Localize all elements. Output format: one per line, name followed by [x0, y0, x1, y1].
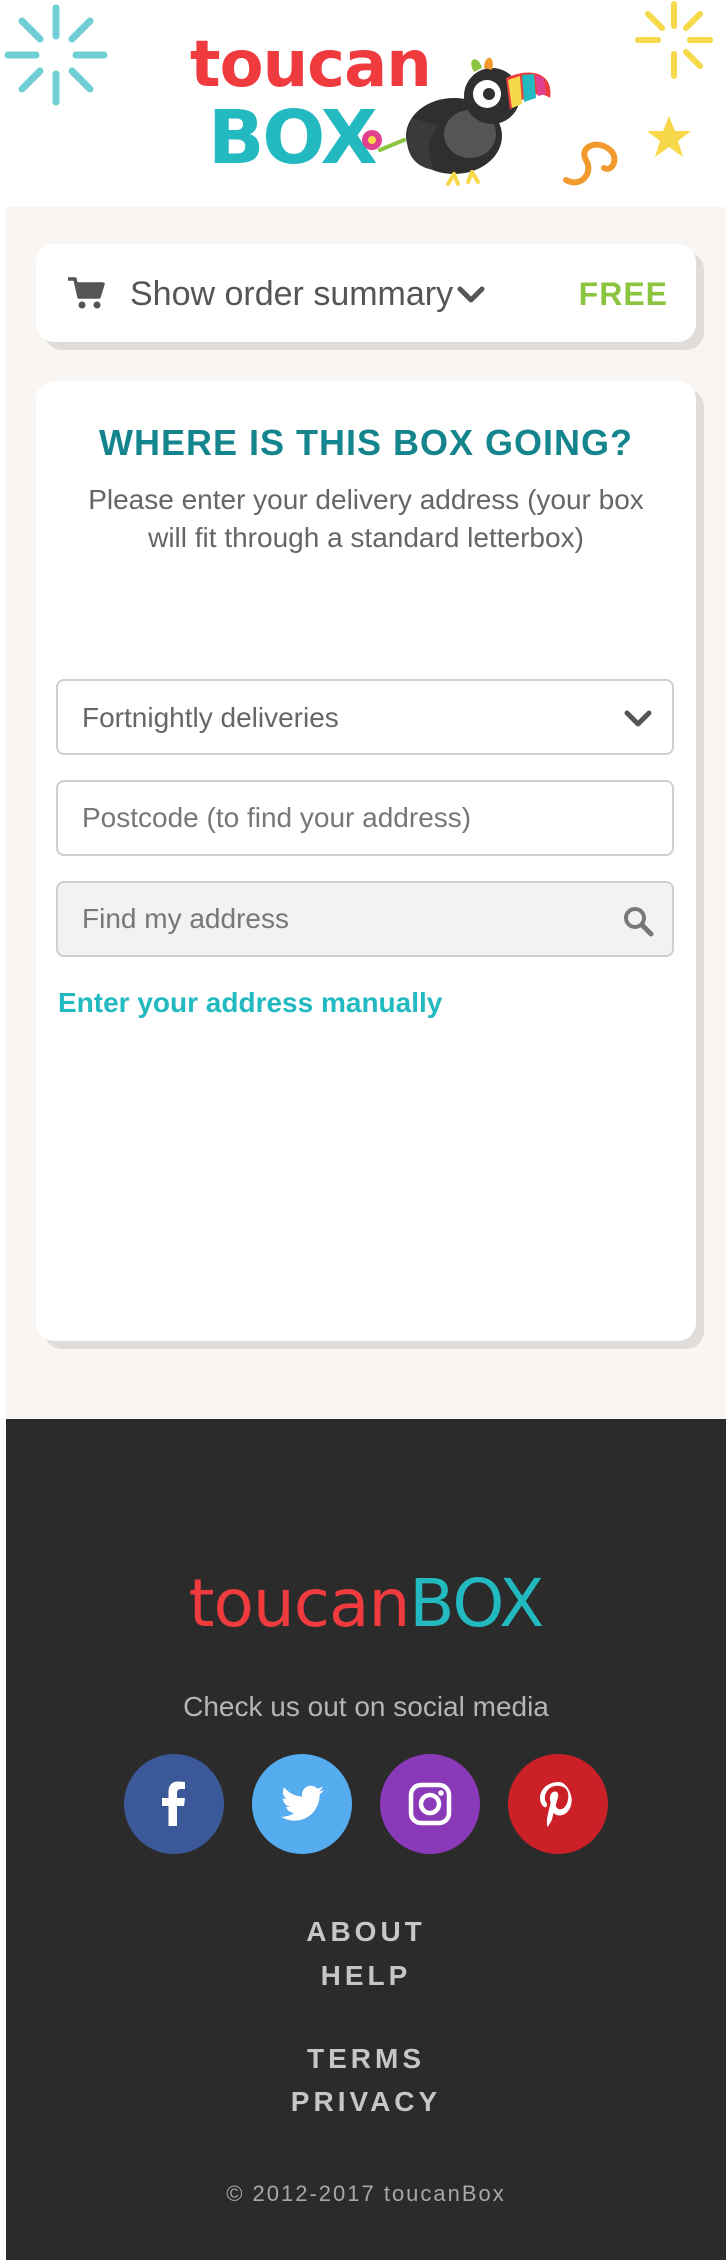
- footer-link-about[interactable]: ABOUT: [6, 1914, 726, 1950]
- facebook-icon: [162, 1781, 185, 1826]
- chevron-down-icon: [624, 710, 652, 727]
- swirl-decoration-icon: [563, 141, 618, 186]
- instagram-icon: [408, 1782, 452, 1826]
- search-icon[interactable]: [622, 905, 654, 937]
- copyright: © 2012-2017 toucanBox: [226, 2181, 506, 2206]
- footer-link-terms[interactable]: TERMS: [6, 2041, 726, 2077]
- address-subtitle: Please enter your delivery address (your…: [88, 484, 644, 553]
- star-decoration-icon: [647, 116, 691, 157]
- footer-link-help[interactable]: HELP: [6, 1958, 726, 1994]
- footer-link-privacy[interactable]: PRIVACY: [6, 2084, 726, 2120]
- address-heading: WHERE IS THIS BOX GOING?: [98, 422, 634, 463]
- burst-decoration-icon: [4, 4, 108, 106]
- order-summary-label: Show order summary: [130, 275, 454, 313]
- postcode-input[interactable]: [58, 782, 672, 854]
- delivery-frequency-value: Fortnightly deliveries: [82, 702, 339, 733]
- social-links: [124, 1754, 614, 1856]
- enter-address-manually-link[interactable]: Enter your address manually: [58, 985, 442, 1021]
- toucan-bird-icon: [362, 57, 551, 186]
- toucanbox-logo[interactable]: toucan BOX: [190, 30, 551, 186]
- chevron-down-icon: [457, 286, 485, 303]
- header: toucan BOX: [0, 0, 726, 207]
- pinterest-button[interactable]: [508, 1754, 608, 1854]
- postcode-field: [56, 780, 674, 856]
- sparkle-decoration-icon: [635, 1, 713, 79]
- facebook-button[interactable]: [124, 1754, 224, 1854]
- footer: toucanBOX Check us out on social media A…: [6, 1419, 726, 2260]
- delivery-frequency-select[interactable]: Fortnightly deliveries: [56, 679, 674, 755]
- order-summary-toggle[interactable]: Show order summary FREE: [36, 244, 696, 342]
- cart-icon: [68, 277, 105, 309]
- footer-logo-word-box: BOX: [409, 1565, 544, 1642]
- footer-logo-word-toucan: toucan: [188, 1565, 411, 1642]
- twitter-button[interactable]: [252, 1754, 352, 1854]
- page: toucan BOX Show order summary FREE WHERE…: [0, 0, 726, 2260]
- social-caption: Check us out on social media: [183, 1691, 549, 1722]
- twitter-icon: [281, 1785, 324, 1821]
- address-card: WHERE IS THIS BOX GOING? Please enter yo…: [36, 381, 696, 1341]
- instagram-button[interactable]: [380, 1754, 480, 1854]
- pinterest-icon: [540, 1782, 572, 1827]
- order-price: FREE: [578, 276, 668, 312]
- footer-logo[interactable]: toucanBOX: [6, 1559, 726, 1667]
- find-address-input[interactable]: [58, 883, 672, 955]
- find-address-field: [56, 881, 674, 957]
